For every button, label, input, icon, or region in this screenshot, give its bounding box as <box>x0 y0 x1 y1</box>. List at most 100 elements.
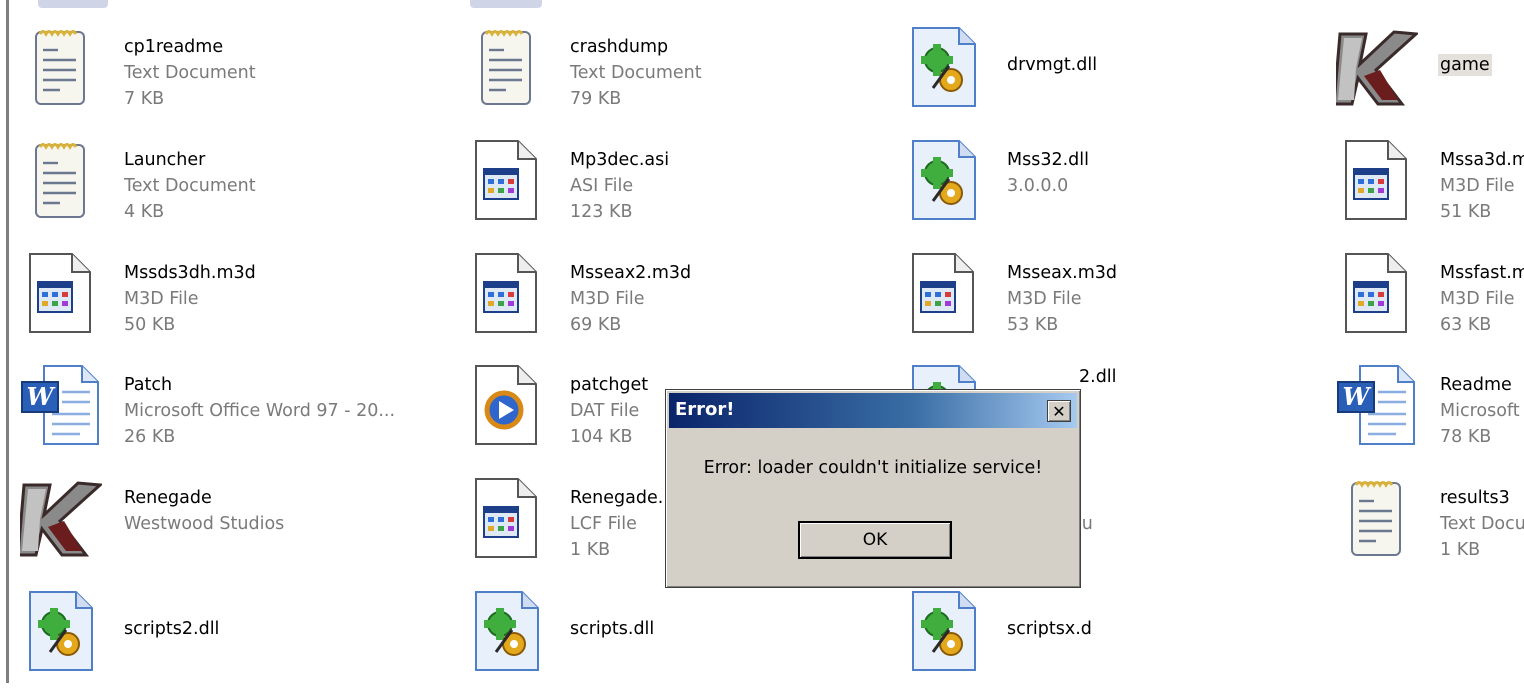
dll-gear-icon <box>903 26 985 108</box>
file-label-group: Mssa3d.m M3D File 51 KB <box>1440 147 1524 225</box>
generic-file-icon <box>1336 139 1418 221</box>
notepad-document-icon <box>466 26 548 108</box>
file-item[interactable]: Launcher Text Document 4 KB <box>20 139 450 239</box>
file-type: 3.0.0.0 <box>1007 176 1069 196</box>
file-item[interactable]: scripts2.dll <box>20 590 450 690</box>
file-size: 4 KB <box>124 202 165 222</box>
file-name: Mss32.dll <box>1007 150 1089 170</box>
file-name: Patch <box>124 375 173 395</box>
file-item[interactable]: Mssfast.m M3D File 63 KB <box>1336 252 1524 352</box>
file-label-group: Launcher Text Document 4 KB <box>124 147 256 225</box>
file-label-group: patchget DAT File 104 KB <box>570 372 648 450</box>
file-size: 51 KB <box>1440 202 1492 222</box>
file-label-group: Msseax2.m3d M3D File 69 KB <box>570 260 691 338</box>
file-size: 26 KB <box>124 427 176 447</box>
file-label-group: game <box>1438 52 1492 78</box>
file-item[interactable]: scriptsx.d <box>903 590 1333 690</box>
renegade-logo-icon <box>1336 26 1418 108</box>
file-name: Msseax.m3d <box>1007 263 1118 283</box>
file-label-group: Patch Microsoft Office Word 97 - 20... 26 … <box>124 372 395 450</box>
file-name: drvmgt.dll <box>1007 55 1098 75</box>
file-label-group: cp1readme Text Document 7 KB <box>124 34 256 112</box>
generic-file-icon <box>466 139 548 221</box>
file-label-group: Mp3dec.asi ASI File 123 KB <box>570 147 669 225</box>
window-left-border <box>6 0 9 683</box>
file-type: LCF File <box>570 514 637 534</box>
file-name: Mssa3d.m <box>1440 150 1524 170</box>
file-size: 63 KB <box>1440 315 1492 335</box>
ok-button-label: OK <box>862 530 888 550</box>
file-name: scriptsx.d <box>1007 619 1092 639</box>
file-name: scripts.dll <box>570 619 655 639</box>
partial-icon-above <box>38 0 108 8</box>
file-size: 50 KB <box>124 315 176 335</box>
close-button[interactable]: ✕ <box>1047 400 1071 422</box>
file-size: 1 KB <box>570 540 611 560</box>
file-item[interactable]: cp1readme Text Document 7 KB <box>20 26 450 126</box>
file-item[interactable]: Mssds3dh.m3d M3D File 50 KB <box>20 252 450 352</box>
file-label-group: scripts2.dll <box>124 616 219 642</box>
file-name: results3 <box>1440 488 1510 508</box>
file-type: DAT File <box>570 401 640 421</box>
close-icon: ✕ <box>1052 401 1066 421</box>
generic-file-icon <box>903 252 985 334</box>
file-item[interactable]: game <box>1336 26 1524 126</box>
file-type: M3D File <box>1440 289 1515 309</box>
notepad-document-icon <box>1336 477 1418 559</box>
file-item[interactable]: W Readme Microsoft 78 KB <box>1336 364 1524 464</box>
dll-gear-icon <box>903 590 985 672</box>
partial-icon-above <box>470 0 542 8</box>
file-label-group: drvmgt.dll <box>1007 52 1097 78</box>
media-player-file-icon <box>466 364 548 446</box>
file-type: M3D File <box>1007 289 1082 309</box>
file-item[interactable]: drvmgt.dll <box>903 26 1333 126</box>
renegade-logo-icon <box>20 477 102 559</box>
file-item[interactable]: crashdump Text Document 79 KB <box>466 26 896 126</box>
file-size: 53 KB <box>1007 315 1059 335</box>
file-name: Mssfast.m <box>1440 263 1524 283</box>
notepad-document-icon <box>20 26 102 108</box>
file-name: Mp3dec.asi <box>570 150 670 170</box>
file-name: 2.dll <box>1079 367 1117 387</box>
file-item[interactable]: Mss32.dll 3.0.0.0 <box>903 139 1333 239</box>
file-name: Mssds3dh.m3d <box>124 263 256 283</box>
svg-text:W: W <box>27 382 56 411</box>
file-type: Text Document <box>124 63 256 83</box>
file-name: Readme <box>1440 375 1512 395</box>
file-item[interactable]: Mssa3d.m M3D File 51 KB <box>1336 139 1524 239</box>
file-type: Microsoft <box>1440 401 1520 421</box>
file-type: Westwood Studios <box>124 514 285 534</box>
file-label-group: Mssds3dh.m3d M3D File 50 KB <box>124 260 256 338</box>
dialog-titlebar[interactable]: Error! ✕ <box>669 393 1077 428</box>
dialog-title: Error! <box>675 399 735 420</box>
file-size: 7 KB <box>124 89 165 109</box>
file-item[interactable]: Renegade Westwood Studios <box>20 477 450 577</box>
file-item[interactable]: W Patch Microsoft Office Word 97 - 20... 26… <box>20 364 450 464</box>
error-dialog: Error! ✕ Error: loader couldn't initiali… <box>665 389 1081 588</box>
file-name: Launcher <box>124 150 206 170</box>
file-item[interactable]: scripts.dll <box>466 590 896 690</box>
file-name: patchget <box>570 375 649 395</box>
file-size: 78 KB <box>1440 427 1492 447</box>
dll-gear-icon <box>466 590 548 672</box>
ok-button[interactable]: OK <box>798 521 952 559</box>
file-type: M3D File <box>570 289 645 309</box>
file-label-group: scripts.dll <box>570 616 654 642</box>
dll-gear-icon <box>20 590 102 672</box>
file-name: Msseax2.m3d <box>570 263 692 283</box>
file-label-group: Mssfast.m M3D File 63 KB <box>1440 260 1524 338</box>
file-name: cp1readme <box>124 37 224 57</box>
file-item[interactable]: Mp3dec.asi ASI File 123 KB <box>466 139 896 239</box>
file-size: 69 KB <box>570 315 622 335</box>
file-size: 104 KB <box>570 427 633 447</box>
file-size: 79 KB <box>570 89 622 109</box>
generic-file-icon <box>466 252 548 334</box>
file-name: scripts2.dll <box>124 619 220 639</box>
file-item[interactable]: Msseax2.m3d M3D File 69 KB <box>466 252 896 352</box>
file-type: M3D File <box>124 289 199 309</box>
file-size: 123 KB <box>570 202 633 222</box>
svg-text:W: W <box>1343 382 1372 411</box>
file-item[interactable]: results3 Text Document 1 KB <box>1336 477 1524 577</box>
file-type: Text Document <box>1440 514 1524 534</box>
file-item[interactable]: Msseax.m3d M3D File 53 KB <box>903 252 1333 352</box>
